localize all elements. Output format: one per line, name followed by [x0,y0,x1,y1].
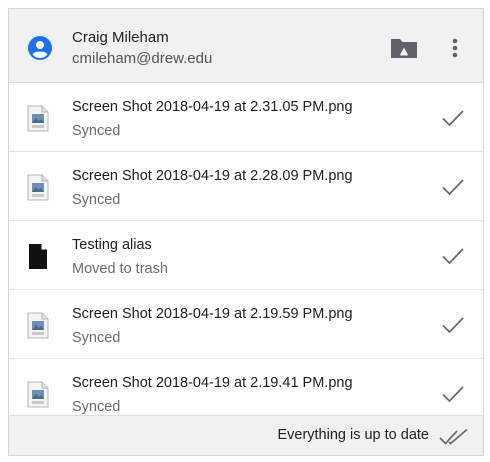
drive-folder-icon[interactable] [389,35,419,61]
list-item[interactable]: Screen Shot 2018-04-19 at 2.19.59 PM.png… [9,290,483,359]
png-file-icon [27,105,49,132]
file-name: Screen Shot 2018-04-19 at 2.19.59 PM.png [72,306,353,322]
list-item[interactable]: Screen Shot 2018-04-19 at 2.31.05 PM.png… [9,83,483,152]
document-icon [29,244,47,269]
file-status: Synced [72,123,121,139]
sync-status-footer: Everything is up to date [9,415,483,455]
more-options-icon[interactable] [445,35,465,61]
sync-status-text: Everything is up to date [277,427,429,443]
synced-check-icon [442,317,464,334]
synced-check-icon [442,179,464,196]
png-file-icon [27,312,49,339]
account-name: Craig Mileham [72,29,169,46]
file-status: Synced [72,192,121,208]
file-status: Synced [72,399,121,415]
file-name: Screen Shot 2018-04-19 at 2.31.05 PM.png [72,99,353,115]
file-status: Synced [72,330,121,346]
account-header: Craig Mileham cmileham@drew.edu [9,9,483,83]
png-file-icon [27,174,49,201]
file-name: Screen Shot 2018-04-19 at 2.19.41 PM.png [72,375,353,391]
file-name: Testing alias [72,237,152,253]
file-name: Screen Shot 2018-04-19 at 2.28.09 PM.png [72,168,353,184]
sync-panel: Craig Mileham cmileham@drew.edu Screen S… [8,8,484,456]
account-email: cmileham@drew.edu [72,50,213,67]
file-list: Screen Shot 2018-04-19 at 2.31.05 PM.png… [9,83,483,428]
png-file-icon [27,381,49,408]
file-status: Moved to trash [72,261,168,277]
account-avatar-icon[interactable] [27,35,53,61]
list-item[interactable]: Screen Shot 2018-04-19 at 2.28.09 PM.png… [9,152,483,221]
synced-check-icon [442,386,464,403]
list-item[interactable]: Testing alias Moved to trash [9,221,483,290]
account-info: Craig Mileham cmileham@drew.edu [72,29,212,69]
all-synced-double-check-icon [439,428,468,445]
synced-check-icon [442,248,464,265]
synced-check-icon [442,110,464,127]
